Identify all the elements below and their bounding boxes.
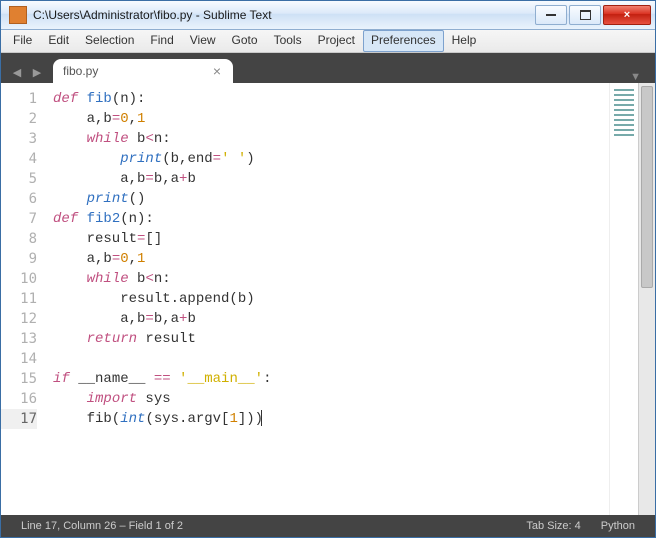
minimize-button[interactable] — [535, 5, 567, 25]
menubar[interactable]: FileEditSelectionFindViewGotoToolsProjec… — [1, 30, 655, 53]
code-line[interactable]: a,b=0,1 — [53, 109, 609, 129]
line-number: 16 — [1, 389, 37, 409]
line-number: 6 — [1, 189, 37, 209]
line-number: 4 — [1, 149, 37, 169]
app-icon — [9, 6, 27, 24]
gutter: 1234567891011121314151617 — [1, 83, 45, 515]
code-line[interactable]: a,b=0,1 — [53, 249, 609, 269]
scrollbar-thumb[interactable] — [641, 86, 653, 288]
code-line[interactable]: result.append(b) — [53, 289, 609, 309]
code-line[interactable]: fib(int(sys.argv[1])) — [53, 409, 609, 429]
line-number: 11 — [1, 289, 37, 309]
code-line[interactable]: print() — [53, 189, 609, 209]
code-line[interactable]: while b<n: — [53, 269, 609, 289]
code-line[interactable]: a,b=b,a+b — [53, 169, 609, 189]
menu-view[interactable]: View — [182, 30, 224, 52]
code-line[interactable]: import sys — [53, 389, 609, 409]
text-caret — [261, 410, 262, 426]
menu-find[interactable]: Find — [142, 30, 181, 52]
menu-selection[interactable]: Selection — [77, 30, 142, 52]
code-area[interactable]: def fib(n): a,b=0,1 while b<n: print(b,e… — [45, 83, 609, 515]
minimap[interactable] — [609, 83, 638, 515]
code-line[interactable]: result=[] — [53, 229, 609, 249]
titlebar[interactable]: C:\Users\Administrator\fibo.py - Sublime… — [1, 1, 655, 30]
code-line[interactable] — [53, 349, 609, 369]
line-number: 17 — [1, 409, 37, 429]
window-buttons: × — [535, 5, 651, 25]
close-icon[interactable]: × — [213, 64, 221, 78]
line-number: 8 — [1, 229, 37, 249]
maximize-button[interactable] — [569, 5, 601, 25]
code-line[interactable]: def fib(n): — [53, 89, 609, 109]
line-number: 5 — [1, 169, 37, 189]
line-number: 1 — [1, 89, 37, 109]
line-number: 12 — [1, 309, 37, 329]
code-line[interactable]: a,b=b,a+b — [53, 309, 609, 329]
menu-help[interactable]: Help — [444, 30, 485, 52]
line-number: 15 — [1, 369, 37, 389]
status-position[interactable]: Line 17, Column 26 – Field 1 of 2 — [11, 520, 193, 532]
tab-dropdown-icon[interactable]: ▼ — [622, 71, 649, 83]
window: C:\Users\Administrator\fibo.py - Sublime… — [0, 0, 656, 538]
status-language[interactable]: Python — [591, 520, 645, 532]
vertical-scrollbar[interactable] — [638, 83, 655, 515]
tab-prev-icon[interactable]: ◀ — [7, 61, 27, 83]
code-line[interactable]: while b<n: — [53, 129, 609, 149]
tab-label: fibo.py — [63, 64, 98, 78]
line-number: 13 — [1, 329, 37, 349]
tab-fibo[interactable]: fibo.py × — [53, 59, 233, 83]
line-number: 10 — [1, 269, 37, 289]
menu-edit[interactable]: Edit — [40, 30, 77, 52]
line-number: 9 — [1, 249, 37, 269]
status-tabsize[interactable]: Tab Size: 4 — [516, 520, 590, 532]
close-button[interactable]: × — [603, 5, 651, 25]
line-number: 3 — [1, 129, 37, 149]
menu-tools[interactable]: Tools — [266, 30, 310, 52]
code-line[interactable]: def fib2(n): — [53, 209, 609, 229]
code-line[interactable]: print(b,end=' ') — [53, 149, 609, 169]
tab-next-icon[interactable]: ▶ — [27, 61, 47, 83]
line-number: 14 — [1, 349, 37, 369]
editor[interactable]: 1234567891011121314151617 def fib(n): a,… — [1, 83, 655, 515]
menu-goto[interactable]: Goto — [224, 30, 266, 52]
window-title: C:\Users\Administrator\fibo.py - Sublime… — [33, 8, 535, 22]
code-line[interactable]: return result — [53, 329, 609, 349]
line-number: 2 — [1, 109, 37, 129]
line-number: 7 — [1, 209, 37, 229]
menu-preferences[interactable]: Preferences — [363, 30, 444, 52]
code-line[interactable]: if __name__ == '__main__': — [53, 369, 609, 389]
tabbar[interactable]: ◀ ▶ fibo.py × ▼ — [1, 53, 655, 83]
menu-file[interactable]: File — [5, 30, 40, 52]
statusbar: Line 17, Column 26 – Field 1 of 2 Tab Si… — [1, 515, 655, 537]
menu-project[interactable]: Project — [310, 30, 363, 52]
